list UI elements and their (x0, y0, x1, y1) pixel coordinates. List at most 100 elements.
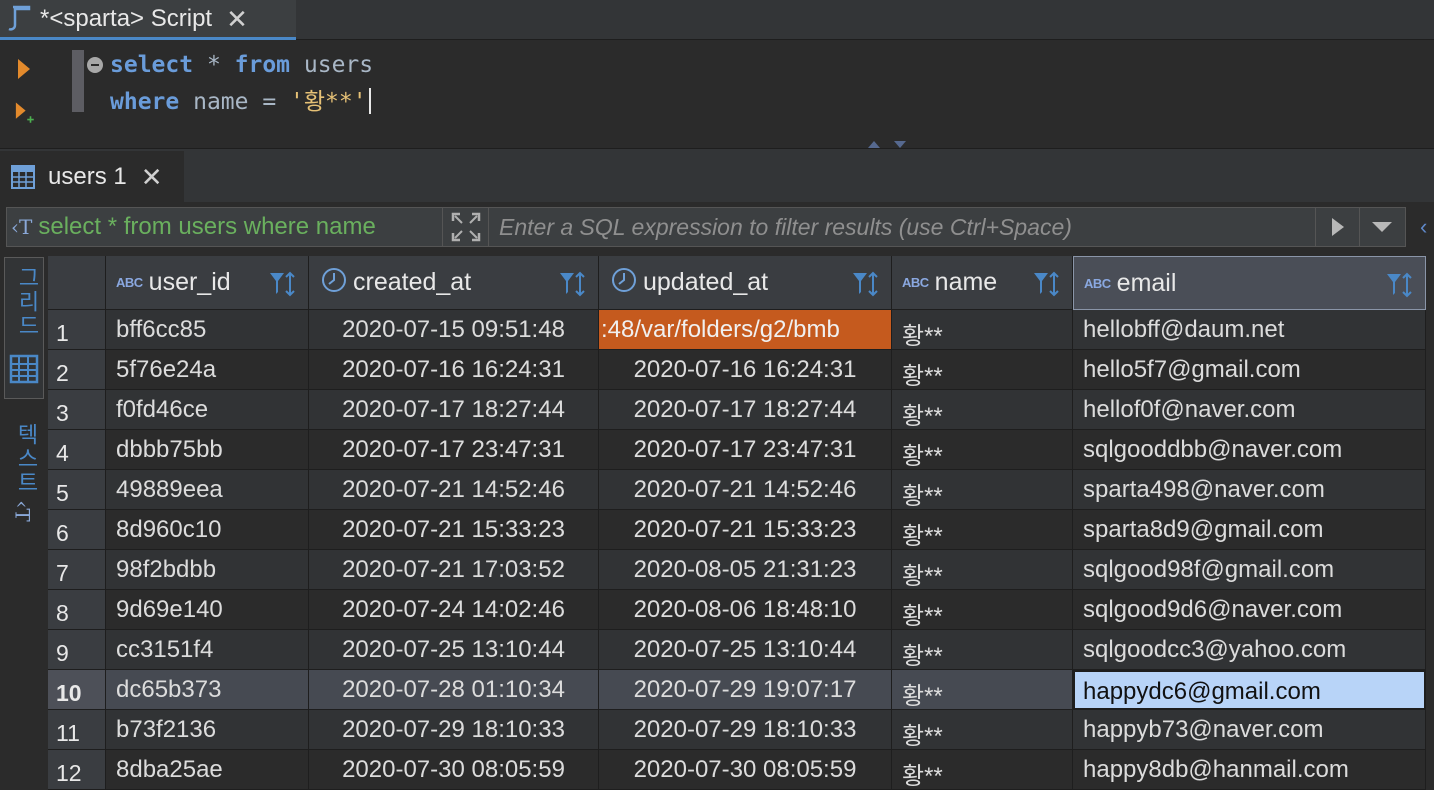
cell-created-at[interactable]: 2020-07-17 18:27:44 (309, 390, 599, 430)
row-number[interactable]: 3 (48, 390, 106, 430)
table-row[interactable]: 8 9d69e140 2020-07-24 14:02:46 2020-08-06 1… (48, 590, 1434, 630)
results-tab-users[interactable]: users 1 ✕ (0, 151, 184, 203)
cell-email[interactable]: happy8db@hanmail.com (1073, 750, 1426, 790)
active-query-label[interactable]: ‹T select * from users where name (7, 208, 443, 246)
table-row[interactable]: 4 dbbb75bb 2020-07-17 23:47:31 2020-07-17 2… (48, 430, 1434, 470)
cell-user-id[interactable]: 8dba25ae (106, 750, 309, 790)
cell-updated-at[interactable]: 2020-07-25 13:10:44 (599, 630, 892, 670)
column-header-updated-at[interactable]: updated_at (599, 256, 892, 310)
cell-created-at[interactable]: 2020-07-30 08:05:59 (309, 750, 599, 790)
cell-email[interactable]: sqlgood9d6@naver.com (1073, 590, 1426, 630)
table-row[interactable]: 11 b73f2136 2020-07-29 18:10:33 2020-07-29 … (48, 710, 1434, 750)
row-number-header[interactable] (48, 256, 106, 310)
expand-button[interactable] (443, 208, 489, 246)
row-number[interactable]: 6 (48, 510, 106, 550)
cell-created-at[interactable]: 2020-07-15 09:51:48 (309, 310, 599, 350)
cell-updated-at[interactable]: 2020-07-30 08:05:59 (599, 750, 892, 790)
filter-input[interactable] (489, 208, 1315, 246)
cell-created-at[interactable]: 2020-07-16 16:24:31 (309, 350, 599, 390)
table-row[interactable]: 5 49889eea 2020-07-21 14:52:46 2020-07-21 1… (48, 470, 1434, 510)
cell-name[interactable]: 황** (892, 510, 1073, 550)
table-row[interactable]: 2 5f76e24a 2020-07-16 16:24:31 2020-07-16 1… (48, 350, 1434, 390)
row-number[interactable]: 11 (48, 710, 106, 750)
column-header-name[interactable]: ABC name (892, 256, 1073, 310)
cell-email[interactable]: sqlgood98f@gmail.com (1073, 550, 1426, 590)
column-header-email[interactable]: ABC email (1073, 256, 1426, 310)
table-row[interactable]: 3 f0fd46ce 2020-07-17 18:27:44 2020-07-17 1… (48, 390, 1434, 430)
cell-email[interactable]: happydc6@gmail.com (1073, 670, 1426, 710)
cell-created-at[interactable]: 2020-07-17 23:47:31 (309, 430, 599, 470)
row-number[interactable]: 12 (48, 750, 106, 790)
cell-name[interactable]: 황** (892, 550, 1073, 590)
cell-user-id[interactable]: 9d69e140 (106, 590, 309, 630)
cell-created-at[interactable]: 2020-07-25 13:10:44 (309, 630, 599, 670)
cell-email[interactable]: sparta8d9@gmail.com (1073, 510, 1426, 550)
grid-view-toggle[interactable]: 그리드 (4, 257, 44, 399)
close-icon[interactable]: ✕ (141, 162, 163, 193)
cell-created-at[interactable]: 2020-07-21 14:52:46 (309, 470, 599, 510)
cell-name[interactable]: 황** (892, 590, 1073, 630)
cell-updated-at[interactable]: 2020-07-17 18:27:44 (599, 390, 892, 430)
table-row[interactable]: 7 98f2bdbb 2020-07-21 17:03:52 2020-08-05 2… (48, 550, 1434, 590)
fold-icon[interactable] (87, 57, 103, 73)
cell-name[interactable]: 황** (892, 750, 1073, 790)
cell-name[interactable]: 황** (892, 470, 1073, 510)
cell-name[interactable]: 황** (892, 630, 1073, 670)
cell-email[interactable]: sparta498@naver.com (1073, 470, 1426, 510)
column-header-user-id[interactable]: ABC user_id (106, 256, 309, 310)
row-number[interactable]: 5 (48, 470, 106, 510)
cell-email[interactable]: hello5f7@gmail.com (1073, 350, 1426, 390)
cell-updated-at[interactable]: 2020-08-05 21:31:23 (599, 550, 892, 590)
filter-sort-icon[interactable] (558, 270, 590, 303)
run-script-icon[interactable] (14, 100, 34, 126)
filter-sort-icon[interactable] (1385, 271, 1417, 304)
cell-user-id[interactable]: 98f2bdbb (106, 550, 309, 590)
cell-updated-at[interactable]: 2020-07-29 18:10:33 (599, 710, 892, 750)
row-number[interactable]: 7 (48, 550, 106, 590)
cell-email[interactable]: hellof0f@naver.com (1073, 390, 1426, 430)
code-line-1[interactable]: select * from users (110, 52, 373, 78)
cell-created-at[interactable]: 2020-07-29 18:10:33 (309, 710, 599, 750)
cell-updated-at[interactable]: 2020-08-06 18:48:10 (599, 590, 892, 630)
cell-name[interactable]: 황** (892, 350, 1073, 390)
filter-sort-icon[interactable] (268, 270, 300, 303)
filter-sort-icon[interactable] (851, 270, 883, 303)
chevron-left-icon[interactable]: ‹ (1420, 214, 1427, 240)
code-line-2[interactable]: where name = '황**' (110, 82, 371, 116)
row-number[interactable]: 4 (48, 430, 106, 470)
table-row[interactable]: 9 cc3151f4 2020-07-25 13:10:44 2020-07-25 1… (48, 630, 1434, 670)
cell-name[interactable]: 황** (892, 710, 1073, 750)
cell-name[interactable]: 황** (892, 390, 1073, 430)
cell-email[interactable]: hellobff@daum.net (1073, 310, 1426, 350)
row-number[interactable]: 9 (48, 630, 106, 670)
cell-email[interactable]: sqlgooddbb@naver.com (1073, 430, 1426, 470)
column-header-created-at[interactable]: created_at (309, 256, 599, 310)
cell-user-id[interactable]: bff6cc85 (106, 310, 309, 350)
cell-updated-at[interactable]: 2020-07-17 23:47:31 (599, 430, 892, 470)
cell-created-at[interactable]: 2020-07-28 01:10:34 (309, 670, 599, 710)
cell-name[interactable]: 황** (892, 310, 1073, 350)
cell-user-id[interactable]: b73f2136 (106, 710, 309, 750)
cell-email[interactable]: happyb73@naver.com (1073, 710, 1426, 750)
table-row[interactable]: 6 8d960c10 2020-07-21 15:33:23 2020-07-21 1… (48, 510, 1434, 550)
cell-updated-at[interactable]: :48/var/folders/g2/bmb (599, 310, 892, 350)
run-statement-icon[interactable] (14, 56, 34, 82)
filter-sort-icon[interactable] (1032, 270, 1064, 303)
cell-user-id[interactable]: cc3151f4 (106, 630, 309, 670)
editor-tab-script[interactable]: *<sparta> Script ✕ (0, 0, 296, 40)
table-row[interactable]: 12 8dba25ae 2020-07-30 08:05:59 2020-07-30 … (48, 750, 1434, 790)
cell-updated-at[interactable]: 2020-07-21 14:52:46 (599, 470, 892, 510)
cell-user-id[interactable]: dbbb75bb (106, 430, 309, 470)
table-row[interactable]: 10 dc65b373 2020-07-28 01:10:34 2020-07-29 … (48, 670, 1434, 710)
table-row[interactable]: 1 bff6cc85 2020-07-15 09:51:48:48/var/fold… (48, 310, 1434, 350)
cell-updated-at[interactable]: 2020-07-29 19:07:17 (599, 670, 892, 710)
cell-email[interactable]: sqlgoodcc3@yahoo.com (1073, 630, 1426, 670)
cell-name[interactable]: 황** (892, 670, 1073, 710)
apply-filter-button[interactable] (1315, 208, 1359, 246)
cell-created-at[interactable]: 2020-07-21 17:03:52 (309, 550, 599, 590)
cell-created-at[interactable]: 2020-07-21 15:33:23 (309, 510, 599, 550)
row-number[interactable]: 1 (48, 310, 106, 350)
close-icon[interactable]: ✕ (226, 6, 248, 32)
splitter-handle-icon[interactable] (866, 138, 910, 148)
cell-user-id[interactable]: f0fd46ce (106, 390, 309, 430)
